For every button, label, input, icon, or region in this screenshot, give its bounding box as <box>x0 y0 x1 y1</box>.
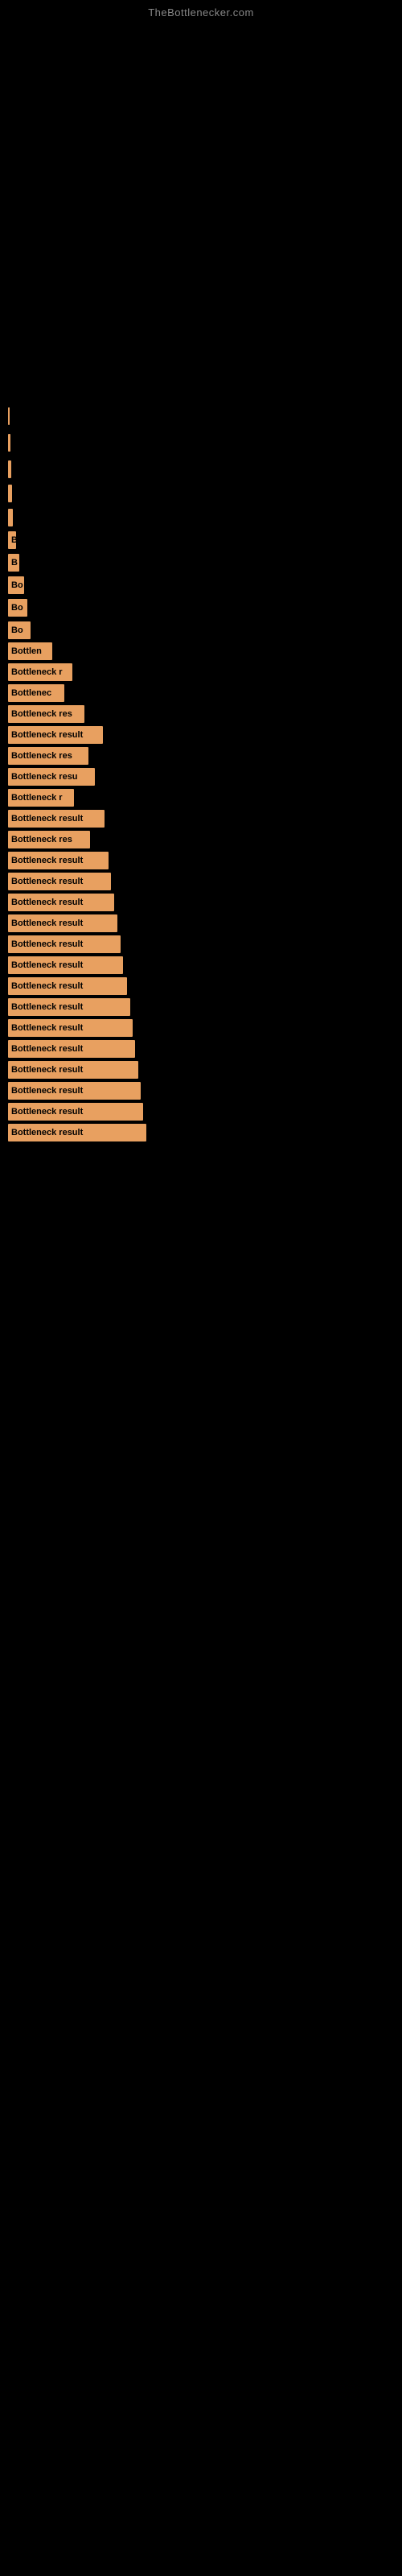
bar-fill: Bo <box>8 599 27 617</box>
bar-label: Bottlen <box>11 646 45 656</box>
bar-label: Bottleneck result <box>11 981 86 991</box>
bar-label: Bottleneck r <box>11 793 66 803</box>
bar-fill <box>8 434 10 452</box>
bar-fill: Bottleneck result <box>8 894 114 911</box>
bar-fill: Bottleneck res <box>8 831 90 848</box>
bar-fill: Bo <box>8 576 24 594</box>
bar-label: Bo <box>11 580 27 590</box>
bar-label: Bo <box>11 625 27 635</box>
bar-label: Bottleneck result <box>11 919 86 928</box>
bar-fill <box>8 407 10 425</box>
bar-label: Bottleneck result <box>11 814 86 824</box>
bar-label: Bottleneck result <box>11 1002 86 1012</box>
bar-fill: B <box>8 531 16 549</box>
bar-fill: Bottleneck result <box>8 1103 143 1121</box>
bar-fill: Bottleneck result <box>8 935 121 953</box>
bar-fill <box>8 509 13 526</box>
bar-label: Bottleneck res <box>11 709 76 719</box>
bar-label: Bottleneck result <box>11 856 86 865</box>
bar-label: Bottlenec <box>11 688 55 698</box>
bar-label: B <box>11 535 21 545</box>
bar-fill: Bottleneck r <box>8 789 74 807</box>
bar-container: BBBoBoBoBottlenBottleneck rBottlenecBott… <box>0 368 402 1145</box>
bar-fill: Bottleneck result <box>8 1124 146 1141</box>
bar-fill: Bottleneck result <box>8 810 105 828</box>
bar-fill: Bottleneck result <box>8 873 111 890</box>
bar-fill: Bottleneck resu <box>8 768 95 786</box>
bar-label: Bottleneck res <box>11 835 76 844</box>
bar-fill: Bottleneck result <box>8 914 117 932</box>
bar-fill <box>8 460 11 478</box>
bar-label: Bottleneck result <box>11 1044 86 1054</box>
bar-label: Bottleneck result <box>11 960 86 970</box>
bar-label: Bottleneck result <box>11 1086 86 1096</box>
bar-label: Bottleneck result <box>11 898 86 907</box>
bar-label: Bo <box>11 603 27 613</box>
bar-fill: Bottlen <box>8 642 52 660</box>
bar-fill: Bottleneck r <box>8 663 72 681</box>
bar-fill: Bottlenec <box>8 684 64 702</box>
bar-fill: Bo <box>8 621 31 639</box>
bar-fill: Bottleneck result <box>8 1019 133 1037</box>
site-title: TheBottlenecker.com <box>0 0 402 22</box>
bar-fill: Bottleneck res <box>8 705 84 723</box>
bar-label: Bottleneck result <box>11 939 86 949</box>
bar-label: Bottleneck resu <box>11 772 81 782</box>
bar-fill: Bottleneck result <box>8 956 123 974</box>
bar-fill: B <box>8 554 19 572</box>
bar-label: Bottleneck result <box>11 1128 86 1137</box>
bar-label: Bottleneck result <box>11 1107 86 1117</box>
chart-area <box>0 22 402 360</box>
bar-fill: Bottleneck result <box>8 852 109 869</box>
bar-fill: Bottleneck result <box>8 998 130 1016</box>
bar-label: Bottleneck result <box>11 730 86 740</box>
bar-fill: Bottleneck result <box>8 1040 135 1058</box>
bar-fill: Bottleneck result <box>8 977 127 995</box>
bar-label: B <box>11 558 21 568</box>
bar-label: Bottleneck r <box>11 667 66 677</box>
bar-fill: Bottleneck result <box>8 726 103 744</box>
bar-fill: Bottleneck result <box>8 1061 138 1079</box>
bar-fill <box>8 485 12 502</box>
bar-label: Bottleneck result <box>11 1023 86 1033</box>
bar-label: Bottleneck result <box>11 877 86 886</box>
bar-label: Bottleneck result <box>11 1065 86 1075</box>
bar-label: Bottleneck res <box>11 751 76 761</box>
bar-fill: Bottleneck res <box>8 747 88 765</box>
bar-fill: Bottleneck result <box>8 1082 141 1100</box>
